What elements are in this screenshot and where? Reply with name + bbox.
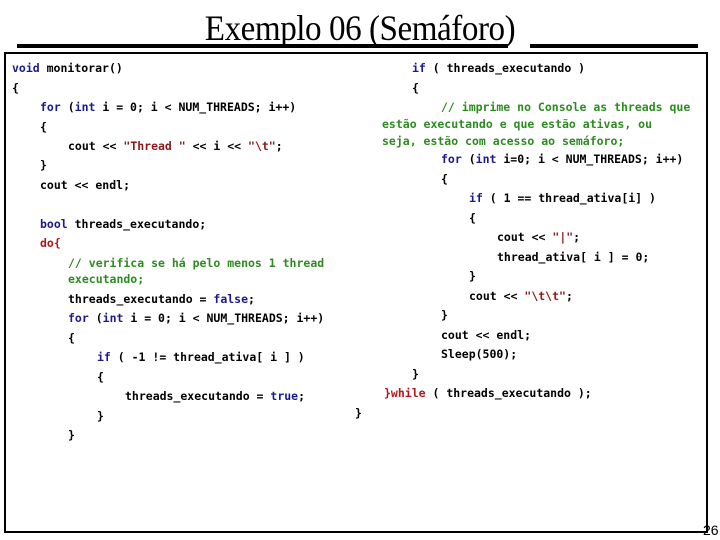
- code-line: threads_executando = false;: [68, 292, 255, 306]
- code-comment: executando;: [68, 272, 145, 286]
- code-line: thread_ativa[ i ] = 0;: [497, 250, 650, 264]
- code-line: cout << "|";: [497, 230, 581, 244]
- code-line: }: [441, 308, 448, 322]
- code-line: }: [355, 406, 362, 420]
- code-line: for (int i=0; i < NUM_THREADS; i++): [441, 152, 684, 166]
- code-line: threads_executando = true;: [125, 389, 306, 403]
- title-underline-right: [530, 44, 698, 48]
- title-underline: [17, 44, 508, 48]
- code-line: cout << endl;: [441, 328, 532, 342]
- code-comment: seja, estão com acesso ao semáforo;: [382, 134, 625, 148]
- code-line: {: [469, 211, 476, 225]
- code-line: Sleep(500);: [441, 347, 518, 361]
- code-line: {: [97, 370, 104, 384]
- code-line: if ( threads_executando ): [412, 61, 586, 75]
- code-line: }: [469, 269, 476, 283]
- code-line: void monitorar(): [12, 61, 123, 75]
- code-line: {: [441, 172, 448, 186]
- code-line: {: [68, 331, 75, 345]
- code-line: cout << endl;: [40, 178, 131, 192]
- code-line: if ( 1 == thread_ativa[i] ): [469, 191, 656, 205]
- code-line: for (int i = 0; i < NUM_THREADS; i++): [68, 311, 325, 325]
- code-line: cout << "\t\t";: [469, 289, 573, 303]
- code-comment: estão executando e que estão ativas, ou: [382, 117, 653, 131]
- code-line: }: [40, 158, 47, 172]
- code-line: cout << "Thread " << i << "\t";: [68, 139, 283, 153]
- code-line: }: [97, 409, 104, 423]
- code-line: for (int i = 0; i < NUM_THREADS; i++): [40, 100, 297, 114]
- code-line: do{: [40, 236, 61, 250]
- code-line: {: [12, 81, 19, 95]
- code-line: bool threads_executando;: [40, 217, 207, 231]
- code-comment: // verifica se há pelo menos 1 thread: [68, 256, 325, 270]
- code-line: }while ( threads_executando );: [384, 386, 592, 400]
- code-line: {: [412, 81, 419, 95]
- page-number: 26: [703, 522, 719, 538]
- code-line: if ( -1 != thread_ativa[ i ] ): [97, 350, 305, 364]
- slide-title: Exemplo 06 (Semáforo): [204, 8, 516, 48]
- code-line: }: [68, 428, 75, 442]
- code-line: {: [40, 120, 47, 134]
- code-comment: // imprime no Console as threads que: [441, 100, 691, 114]
- code-line: }: [412, 367, 419, 381]
